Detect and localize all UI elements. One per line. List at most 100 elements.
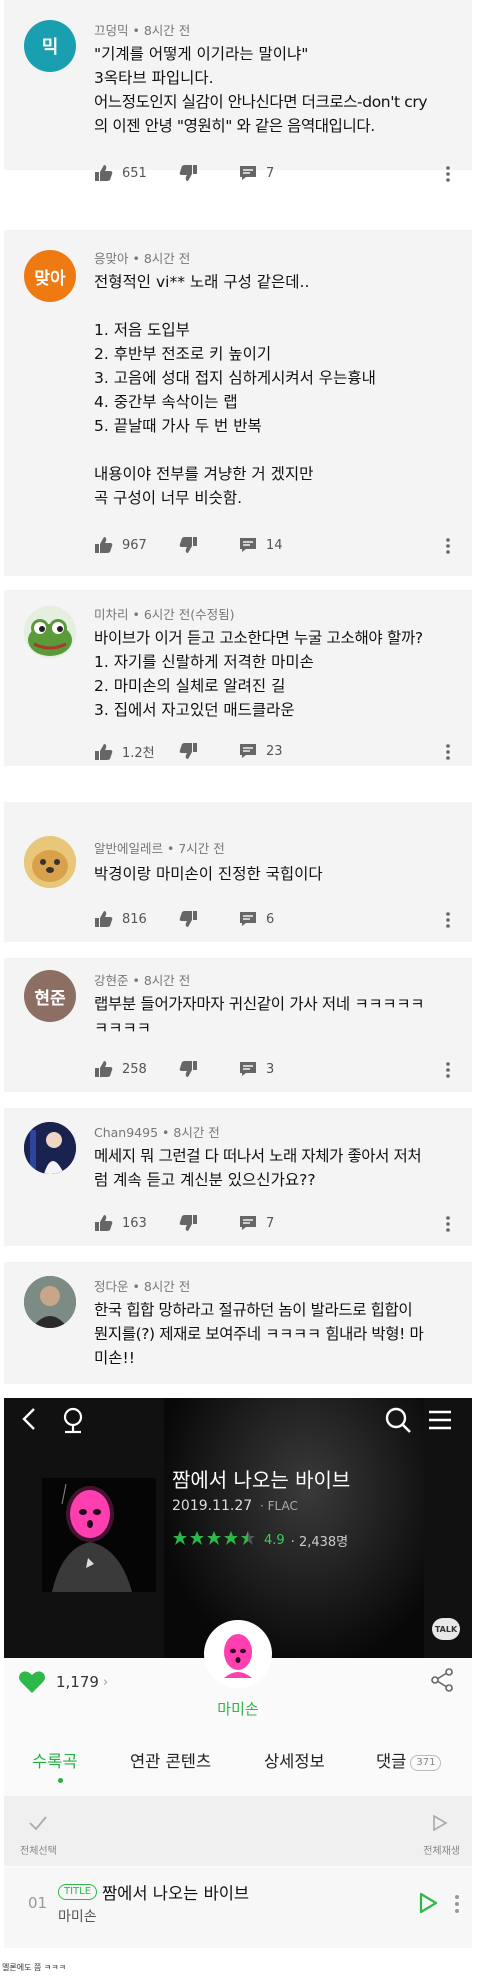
more-options-icon[interactable] bbox=[446, 166, 450, 186]
avatar[interactable] bbox=[24, 836, 76, 888]
comment-line: 랩부분 들어가자마자 귀신같이 가사 저네 ㅋㅋㅋㅋㅋ bbox=[94, 995, 425, 1013]
reply-count: 7 bbox=[266, 165, 275, 181]
avatar[interactable] bbox=[24, 606, 76, 658]
avatar-initials: 현준 bbox=[34, 988, 66, 1009]
rating-score: 4.9 bbox=[264, 1532, 285, 1548]
reply-button[interactable]: 23 bbox=[238, 742, 283, 760]
tab-tracks[interactable]: 수록곡 bbox=[32, 1748, 78, 1772]
talk-button[interactable]: TALK bbox=[432, 1618, 460, 1640]
comment-time: 6시간 전(수정됨) bbox=[143, 607, 235, 622]
author-name[interactable]: 응맞아 bbox=[94, 251, 129, 266]
tab-details[interactable]: 상세정보 bbox=[264, 1748, 325, 1772]
comment-card: 맞아 응맞아 • 8시간 전 전형적인 vi** 노래 구성 같은데.. 1. … bbox=[4, 230, 472, 576]
thumbs-up-icon bbox=[94, 1214, 114, 1232]
play-icon[interactable] bbox=[418, 1892, 438, 1918]
like-button[interactable]: 816 bbox=[94, 910, 147, 928]
author-name[interactable]: 알반에일레르 bbox=[94, 841, 163, 856]
dislike-button[interactable] bbox=[178, 1214, 198, 1232]
dislike-button[interactable] bbox=[178, 910, 198, 928]
thumbs-down-icon bbox=[178, 742, 198, 760]
author-name[interactable]: 미차리 bbox=[94, 607, 129, 622]
comment-line: 전형적인 vi** 노래 구성 같은데.. bbox=[94, 273, 310, 291]
author-name[interactable]: 정다운 bbox=[94, 1279, 129, 1294]
music-app-panel: 짬에서 나오는 바이브 2019.11.27 · FLAC 4.9 · 2,43… bbox=[4, 1398, 472, 1948]
like-button[interactable]: 651 bbox=[94, 164, 147, 182]
like-button[interactable]: 258 bbox=[94, 1060, 147, 1078]
avatar[interactable]: 믹 bbox=[24, 20, 76, 72]
track-artist: 마미손 bbox=[58, 1909, 97, 1925]
comment-text: 메세지 뭐 그런걸 다 떠나서 노래 자체가 좋아서 저처 럼 계속 듣고 계신… bbox=[94, 1144, 458, 1192]
dislike-button[interactable] bbox=[178, 536, 198, 554]
album-title: 짬에서 나오는 바이브 bbox=[172, 1468, 351, 1492]
avatar[interactable]: 맞아 bbox=[24, 250, 76, 302]
dislike-button[interactable] bbox=[178, 164, 198, 182]
share-icon[interactable] bbox=[430, 1668, 454, 1696]
thumbs-up-icon bbox=[94, 1060, 114, 1078]
tab-comments[interactable]: 댓글 371 bbox=[376, 1748, 442, 1772]
more-options-icon[interactable] bbox=[446, 744, 450, 764]
comment-card: 믹 끄덩믹 • 8시간 전 "기계를 어떻게 이기라는 말이냐" 3옥타브 파입… bbox=[4, 0, 472, 170]
comment-icon bbox=[238, 164, 258, 182]
back-icon[interactable] bbox=[18, 1406, 40, 1436]
like-button[interactable]: 967 bbox=[94, 536, 147, 554]
tab-related[interactable]: 연관 콘텐츠 bbox=[130, 1748, 211, 1772]
more-options-icon[interactable] bbox=[454, 1894, 460, 1918]
author-name[interactable]: 강현준 bbox=[94, 973, 129, 988]
search-icon[interactable] bbox=[384, 1406, 412, 1438]
comment-line: 곡 구성이 너무 비슷함. bbox=[94, 489, 243, 507]
like-count: 816 bbox=[122, 911, 147, 927]
play-all-label[interactable]: 전체재생 bbox=[423, 1842, 460, 1857]
more-options-icon[interactable] bbox=[446, 1062, 450, 1082]
dislike-button[interactable] bbox=[178, 1060, 198, 1078]
album-likes[interactable]: 1,179 › bbox=[18, 1670, 108, 1694]
reply-button[interactable]: 7 bbox=[238, 164, 274, 182]
comment-count-badge: 371 bbox=[410, 1754, 442, 1771]
dislike-button[interactable] bbox=[178, 742, 198, 760]
avatar-initials: 맞아 bbox=[34, 268, 66, 289]
like-button[interactable]: 1.2천 bbox=[94, 742, 155, 761]
checkmark-icon[interactable] bbox=[28, 1814, 48, 1836]
album-rating[interactable]: 4.9 · 2,438명 bbox=[172, 1530, 348, 1550]
heart-icon[interactable] bbox=[18, 1670, 46, 1694]
author-name[interactable]: Chan9495 bbox=[94, 1125, 158, 1140]
comment-actions: 258 3 bbox=[94, 1060, 464, 1082]
reply-button[interactable]: 6 bbox=[238, 910, 274, 928]
comment-time: 8시간 전 bbox=[143, 23, 191, 38]
comment-line: 어느정도인지 실감이 안나신다면 더크로스-don't cry bbox=[94, 93, 428, 111]
comment-icon bbox=[238, 1060, 258, 1078]
play-outline-icon[interactable] bbox=[432, 1814, 448, 1836]
avatar[interactable] bbox=[24, 1122, 76, 1174]
more-options-icon[interactable] bbox=[446, 1216, 450, 1236]
reply-button[interactable]: 7 bbox=[238, 1214, 274, 1232]
reply-button[interactable]: 14 bbox=[238, 536, 283, 554]
avatar[interactable] bbox=[24, 1276, 76, 1328]
thumbs-down-icon bbox=[178, 1214, 198, 1232]
comment-time: 8시간 전 bbox=[143, 973, 191, 988]
like-count: 163 bbox=[122, 1215, 147, 1231]
author-name[interactable]: 끄덩믹 bbox=[94, 23, 129, 38]
album-cover[interactable] bbox=[42, 1478, 156, 1592]
melon-logo-icon[interactable] bbox=[62, 1406, 84, 1438]
menu-icon[interactable] bbox=[426, 1406, 454, 1438]
thumbs-up-icon bbox=[94, 164, 114, 182]
track-row[interactable]: 01 TITLE 짬에서 나오는 바이브 마미손 bbox=[4, 1868, 472, 1948]
artist-name[interactable]: 마미손 bbox=[4, 1698, 472, 1719]
comment-icon bbox=[238, 910, 258, 928]
like-count: 1.2천 bbox=[122, 746, 155, 761]
artist-avatar[interactable] bbox=[204, 1620, 272, 1688]
audio-format: FLAC bbox=[267, 1499, 298, 1513]
track-number: 01 bbox=[28, 1894, 48, 1912]
more-options-icon[interactable] bbox=[446, 538, 450, 558]
comment-text: "기계를 어떻게 이기라는 말이냐" 3옥타브 파입니다. 어느정도인지 실감이… bbox=[94, 42, 458, 138]
avatar[interactable]: 현준 bbox=[24, 970, 76, 1022]
comment-line: 미손!! bbox=[94, 1349, 135, 1367]
track-title: 짬에서 나오는 바이브 bbox=[102, 1884, 250, 1903]
reply-button[interactable]: 3 bbox=[238, 1060, 274, 1078]
comment-text: 바이브가 이거 듣고 고소한다면 누굴 고소해야 할까? 1. 자기를 신랄하게… bbox=[94, 626, 458, 722]
comment-author: Chan9495 • 8시간 전 bbox=[94, 1125, 220, 1140]
star-icon bbox=[224, 1531, 238, 1545]
like-button[interactable]: 163 bbox=[94, 1214, 147, 1232]
comment-actions: 163 7 bbox=[94, 1214, 464, 1236]
select-all-label[interactable]: 전체선택 bbox=[20, 1842, 57, 1857]
more-options-icon[interactable] bbox=[446, 912, 450, 932]
